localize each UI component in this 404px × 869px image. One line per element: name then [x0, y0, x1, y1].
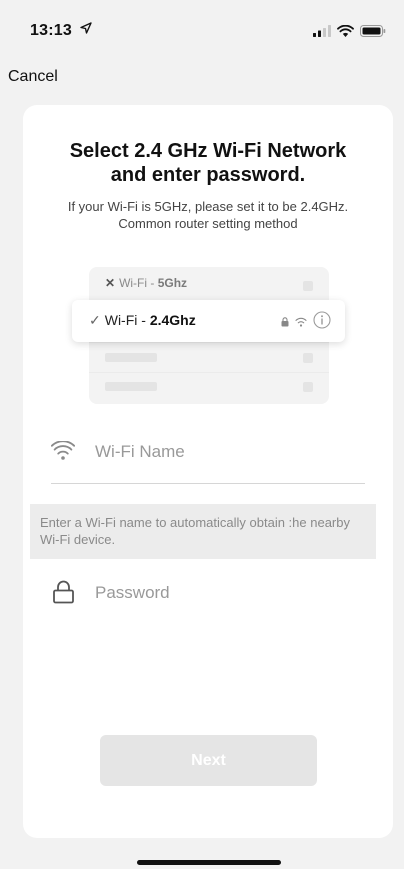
- cancel-button[interactable]: Cancel: [8, 68, 58, 86]
- home-indicator[interactable]: [137, 860, 281, 865]
- network-5ghz-prefix: Wi-Fi -: [119, 276, 158, 290]
- wifi-name-underline: [51, 483, 365, 484]
- network-row-5ghz: ✕ Wi-Fi - 5Ghz: [105, 276, 187, 290]
- placeholder-square: [303, 281, 313, 291]
- checkmark-icon: ✓: [89, 312, 101, 328]
- network-24ghz-label: ✓ Wi-Fi - 2.4Ghz: [89, 312, 196, 329]
- wifi-hint-text: Enter a Wi-Fi name to automatically obta…: [30, 504, 376, 559]
- signal-icon: [313, 24, 331, 42]
- page-title: Select 2.4 GHz Wi-Fi Network and enter p…: [69, 140, 347, 186]
- network-5ghz-band: 5Ghz: [157, 276, 188, 290]
- lock-icon: [281, 314, 289, 332]
- placeholder-bar: [105, 382, 157, 391]
- router-setting-link[interactable]: Common router setting method: [27, 215, 389, 232]
- status-bar: 13:13: [0, 0, 404, 56]
- lock-field-icon: [52, 580, 76, 609]
- divider: [89, 372, 329, 373]
- wifi-name-input[interactable]: [95, 439, 365, 465]
- network-24ghz-icons: [281, 311, 331, 334]
- location-arrow-icon: [79, 22, 92, 37]
- info-icon: [313, 311, 331, 334]
- battery-icon: [360, 24, 386, 42]
- wifi-field-icon: [50, 440, 76, 466]
- wifi-icon: [337, 24, 354, 42]
- password-input[interactable]: [95, 580, 365, 606]
- network-24ghz-band: 2.4Ghz: [149, 312, 196, 328]
- network-24ghz-prefix: Wi-Fi -: [104, 312, 150, 328]
- placeholder-square: [303, 353, 313, 363]
- page-subtitle: If your Wi-Fi is 5GHz, please set it to …: [23, 198, 393, 232]
- status-time: 13:13: [30, 22, 92, 40]
- status-time-text: 13:13: [30, 22, 72, 39]
- next-button[interactable]: Next: [100, 735, 317, 786]
- cross-icon: ✕: [105, 276, 116, 290]
- divider: [89, 342, 329, 343]
- placeholder-bar: [105, 353, 157, 362]
- subtitle-line-1: If your Wi-Fi is 5GHz, please set it to …: [67, 199, 349, 214]
- wifi-small-icon: [295, 314, 307, 332]
- network-row-24ghz: ✓ Wi-Fi - 2.4Ghz: [72, 300, 345, 342]
- status-icons: [313, 24, 386, 42]
- placeholder-square: [303, 382, 313, 392]
